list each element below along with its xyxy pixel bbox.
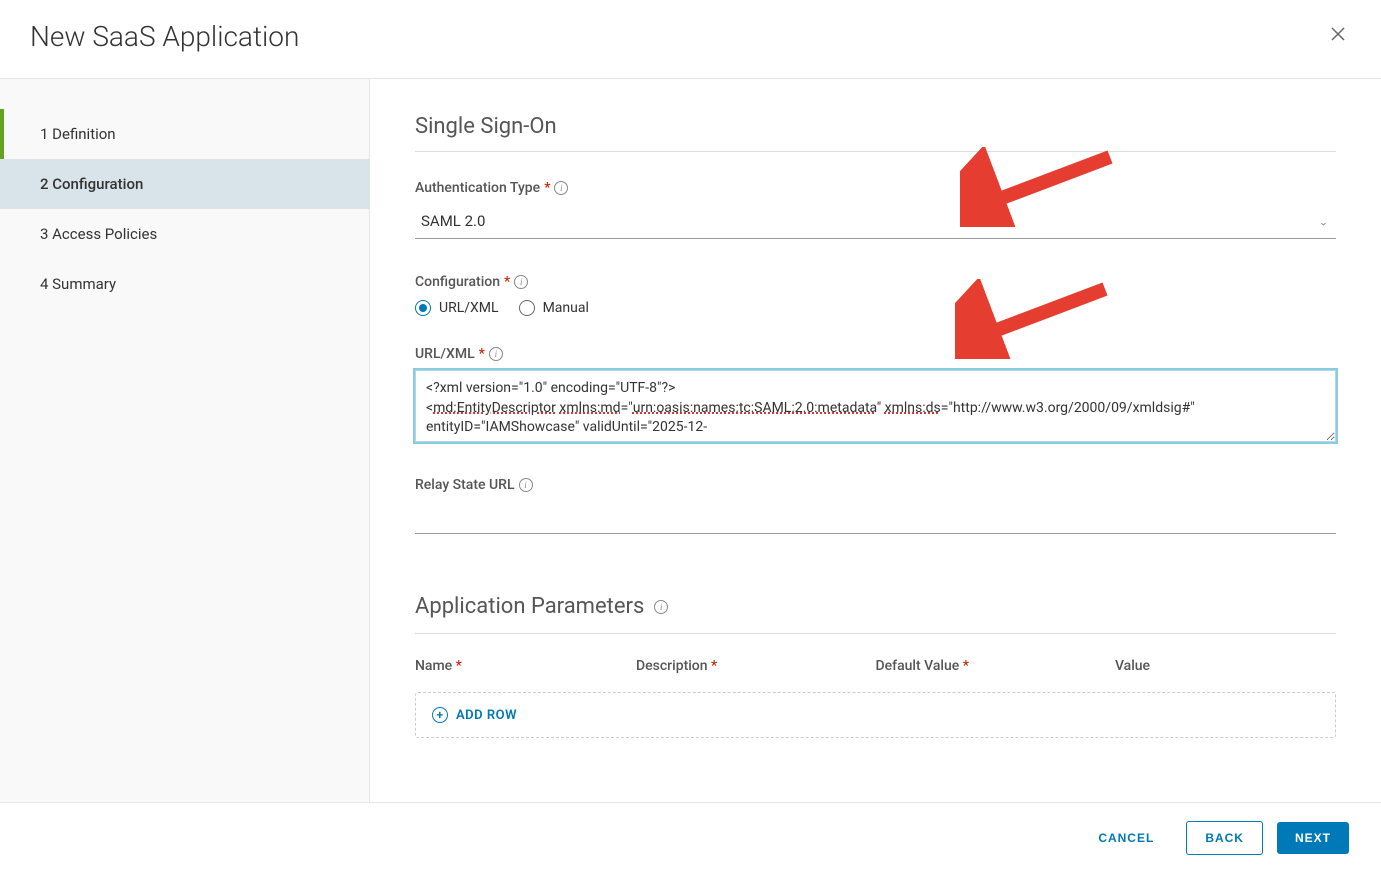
close-button[interactable]: [1325, 20, 1351, 53]
wizard-step-configuration[interactable]: 2 Configuration: [0, 159, 369, 209]
back-button[interactable]: BACK: [1186, 821, 1263, 855]
params-title-text: Application Parameters: [415, 594, 644, 619]
auth-type-label-text: Authentication Type: [415, 180, 540, 196]
relay-state-input[interactable]: [415, 501, 1336, 534]
radio-urlxml[interactable]: URL/XML: [415, 300, 499, 316]
radio-icon: [415, 300, 431, 316]
close-icon: [1330, 26, 1346, 42]
required-marker: *: [544, 180, 550, 196]
wizard-step-access-policies[interactable]: 3 Access Policies: [0, 209, 369, 259]
radio-manual-label: Manual: [543, 300, 589, 316]
auth-type-label: Authentication Type * i: [415, 180, 1336, 196]
info-icon[interactable]: i: [554, 181, 568, 195]
info-icon[interactable]: i: [514, 275, 528, 289]
col-name: Name: [415, 658, 452, 674]
next-button[interactable]: NEXT: [1277, 822, 1349, 854]
required-marker: *: [456, 658, 462, 674]
info-icon[interactable]: i: [489, 347, 503, 361]
relay-label: Relay State URL i: [415, 477, 1336, 493]
urlxml-textarea[interactable]: <?xml version="1.0" encoding="UTF-8"?><m…: [415, 370, 1336, 442]
config-label: Configuration * i: [415, 274, 1336, 290]
wizard-step-definition[interactable]: 1 Definition: [0, 109, 369, 159]
wizard-sidebar: 1 Definition 2 Configuration 3 Access Po…: [0, 79, 370, 802]
params-section-title: Application Parameters i: [415, 594, 1336, 634]
radio-icon: [519, 300, 535, 316]
annotation-arrow: [960, 147, 1120, 227]
col-default-value: Default Value: [875, 658, 959, 674]
wizard-step-summary[interactable]: 4 Summary: [0, 259, 369, 309]
auth-type-select[interactable]: SAML 2.0: [415, 204, 1336, 239]
radio-urlxml-label: URL/XML: [439, 300, 499, 316]
col-value: Value: [1115, 658, 1150, 674]
add-row-button[interactable]: + ADD ROW: [415, 692, 1336, 738]
cancel-button[interactable]: CANCEL: [1080, 822, 1172, 854]
config-label-text: Configuration: [415, 274, 500, 290]
relay-label-text: Relay State URL: [415, 477, 515, 493]
annotation-arrow: [955, 279, 1115, 359]
col-description: Description: [636, 658, 708, 674]
required-marker: *: [963, 658, 969, 674]
info-icon[interactable]: i: [654, 600, 668, 614]
add-row-label: ADD ROW: [456, 708, 517, 723]
params-header-row: Name * Description * Default Value * Val…: [415, 652, 1336, 692]
required-marker: *: [479, 346, 485, 362]
required-marker: *: [504, 274, 510, 290]
radio-manual[interactable]: Manual: [519, 300, 589, 316]
info-icon[interactable]: i: [519, 478, 533, 492]
sso-section-title: Single Sign-On: [415, 114, 1336, 152]
page-title: New SaaS Application: [30, 20, 299, 53]
plus-circle-icon: +: [432, 707, 448, 723]
urlxml-label-text: URL/XML: [415, 346, 475, 362]
urlxml-label: URL/XML * i: [415, 346, 1336, 362]
required-marker: *: [711, 658, 717, 674]
